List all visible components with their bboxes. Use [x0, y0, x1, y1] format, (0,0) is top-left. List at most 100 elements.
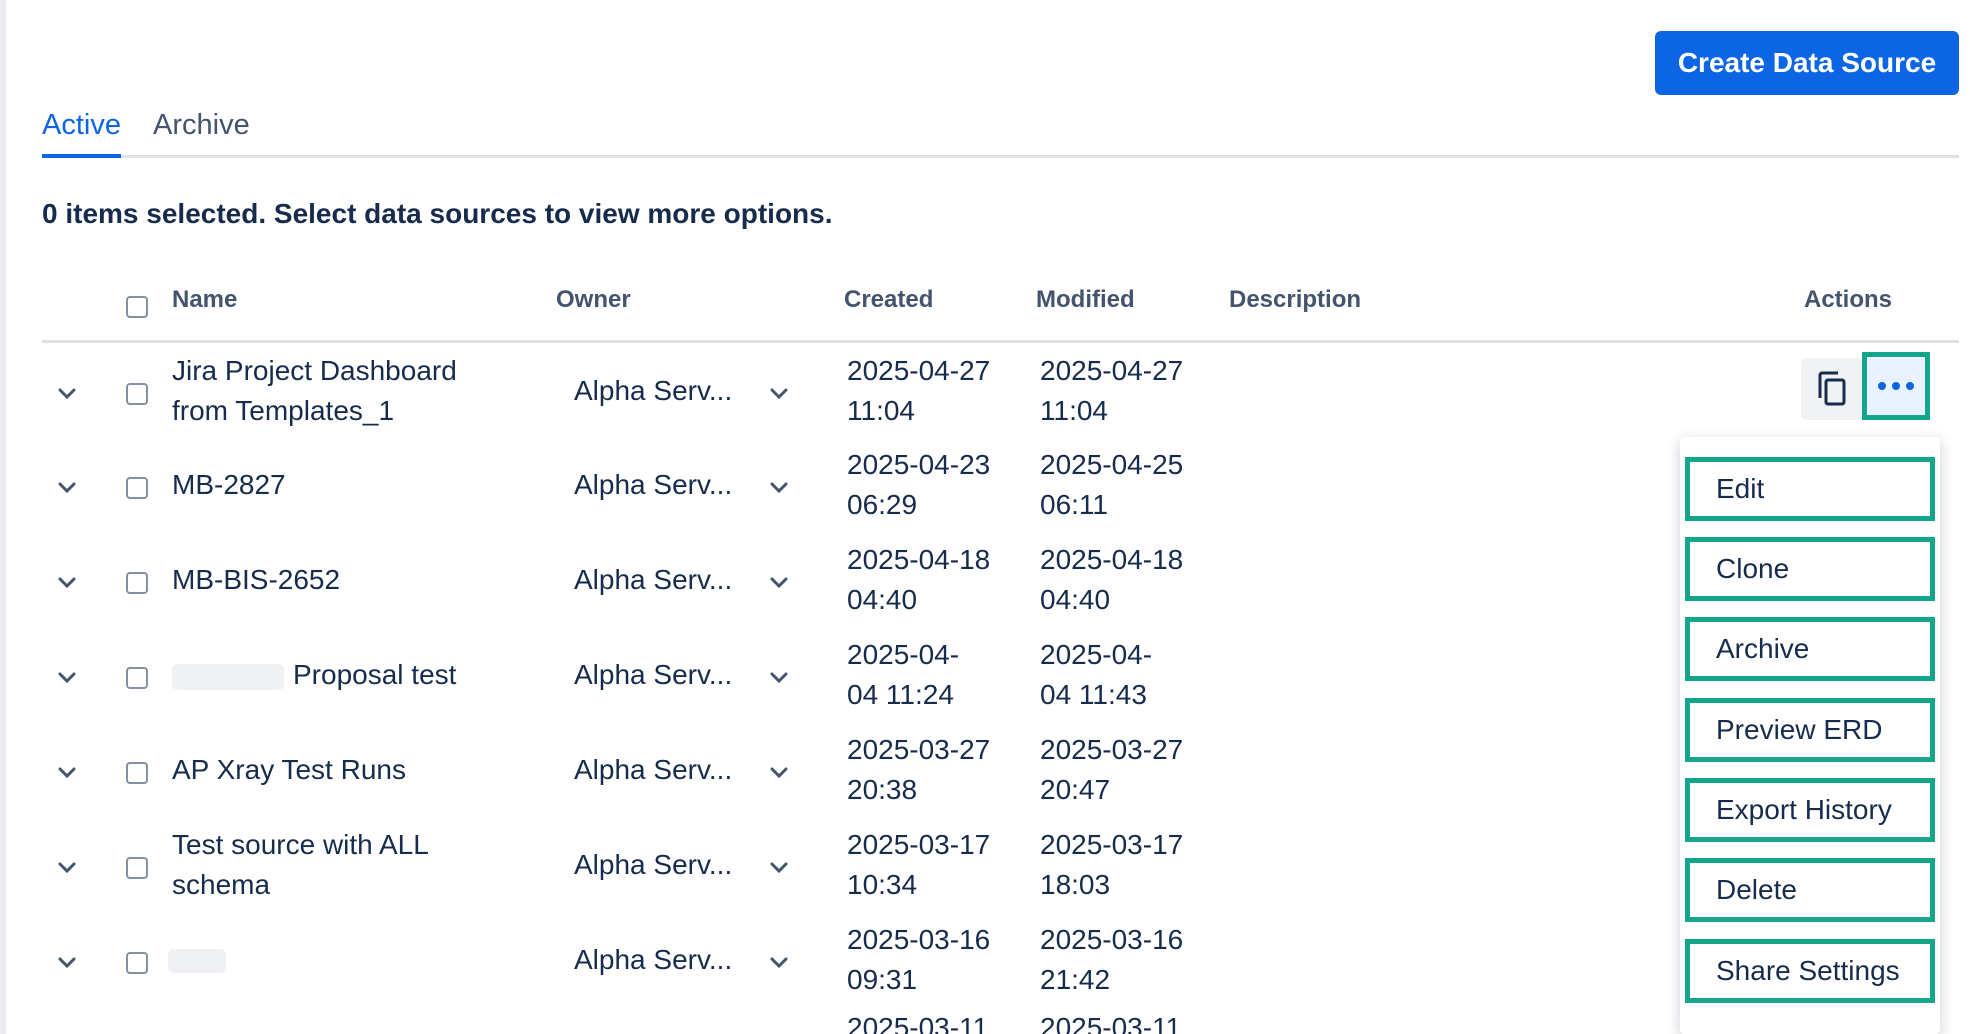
tab-archive[interactable]: Archive	[153, 109, 250, 154]
chevron-down-icon[interactable]	[55, 856, 79, 880]
row-created-time: 11:04	[847, 395, 915, 426]
owner-dropdown-chevron-icon[interactable]	[767, 382, 791, 406]
select-all-checkbox[interactable]	[126, 296, 148, 318]
row-modified-date: 2025-03-17	[1040, 829, 1184, 860]
chevron-down-icon[interactable]	[55, 476, 79, 500]
table-row: Jira Project Dashboard from Templates_1 …	[0, 347, 1970, 441]
row-owner: Alpha Serv...	[574, 754, 733, 785]
row-owner: Alpha Serv...	[574, 849, 733, 880]
tab-active[interactable]: Active	[42, 109, 121, 158]
more-actions-button[interactable]	[1862, 352, 1930, 420]
table-row: AP Xray Test Runs Alpha Serv... 2025-03-…	[0, 727, 1970, 821]
row-checkbox[interactable]	[126, 383, 148, 405]
copy-icon	[1818, 371, 1846, 406]
row-created-time: 04:40	[847, 584, 918, 615]
chevron-down-icon[interactable]	[55, 666, 79, 690]
row-created-time: 09:31	[847, 964, 918, 995]
row-name-line1[interactable]: MB-2827	[172, 465, 286, 505]
chevron-down-icon[interactable]	[55, 951, 79, 975]
table-header: Name Owner Created Modified Description …	[42, 280, 1959, 343]
menu-item-clone[interactable]: Clone	[1685, 537, 1935, 601]
row-created-date: 2025-04-23	[847, 449, 991, 480]
column-header-description: Description	[1229, 286, 1362, 313]
table-row: 2025-03-11 2025-03-11	[0, 1012, 1970, 1034]
row-checkbox[interactable]	[126, 667, 148, 689]
row-modified-time: 04 11:43	[1040, 679, 1147, 710]
column-header-created[interactable]: Created	[844, 286, 933, 314]
row-modified-date: 2025-04-27	[1040, 355, 1184, 386]
create-data-source-button[interactable]: Create Data Source	[1655, 31, 1959, 95]
row-modified-date: 2025-04-25	[1040, 449, 1184, 480]
row-name-line2[interactable]: schema	[172, 865, 270, 905]
owner-dropdown-chevron-icon[interactable]	[767, 571, 791, 595]
row-created-date: 2025-04-	[847, 639, 960, 670]
row-checkbox[interactable]	[126, 572, 148, 594]
row-modified-time: 04:40	[1040, 584, 1111, 615]
actions-dropdown-menu: Edit Clone Archive Preview ERD Export Hi…	[1680, 437, 1940, 1034]
row-owner: Alpha Serv...	[574, 659, 733, 690]
row-name-line1[interactable]: MB-BIS-2652	[172, 560, 340, 600]
menu-item-archive[interactable]: Archive	[1685, 617, 1935, 681]
row-owner: Alpha Serv...	[574, 469, 733, 500]
row-checkbox[interactable]	[126, 477, 148, 499]
table-row: MB-BIS-2652 Alpha Serv... 2025-04-18 04:…	[0, 537, 1970, 631]
column-header-owner[interactable]: Owner	[556, 286, 631, 314]
row-modified-date: 2025-04-18	[1040, 544, 1184, 575]
row-name-line1[interactable]: AP Xray Test Runs	[172, 750, 406, 790]
owner-dropdown-chevron-icon[interactable]	[767, 761, 791, 785]
column-header-modified[interactable]: Modified	[1036, 286, 1135, 314]
row-owner: Alpha Serv...	[574, 944, 733, 975]
row-created-time: 10:34	[847, 869, 918, 900]
owner-dropdown-chevron-icon[interactable]	[767, 951, 791, 975]
menu-item-delete[interactable]: Delete	[1685, 858, 1935, 922]
menu-item-share-settings[interactable]: Share Settings	[1685, 939, 1935, 1003]
row-created-time: 04 11:24	[847, 679, 954, 710]
redacted-name	[168, 949, 226, 973]
row-modified-date: 2025-03-27	[1040, 734, 1184, 765]
row-modified-time: 18:03	[1040, 869, 1111, 900]
row-modified-date: 2025-03-11	[1040, 1012, 1182, 1034]
row-created-time: 20:38	[847, 774, 918, 805]
table-row: Alpha Serv... 2025-03-16 09:31 2025-03-1…	[0, 917, 1970, 1011]
row-owner: Alpha Serv...	[574, 564, 733, 595]
row-name-line1[interactable]: Proposal test	[293, 655, 456, 695]
more-horizontal-icon	[1878, 382, 1914, 390]
row-name-line1[interactable]: Jira Project Dashboard	[172, 351, 457, 391]
column-header-actions: Actions	[1804, 286, 1893, 313]
table-row: MB-2827 Alpha Serv... 2025-04-23 06:29 2…	[0, 442, 1970, 536]
selection-info-text: 0 items selected. Select data sources to…	[42, 198, 833, 229]
chevron-down-icon[interactable]	[55, 382, 79, 406]
tab-bar: Active Archive	[42, 105, 1959, 158]
chevron-down-icon[interactable]	[55, 571, 79, 595]
row-modified-time: 06:11	[1040, 489, 1108, 520]
row-created-date: 2025-03-27	[847, 734, 991, 765]
owner-dropdown-chevron-icon[interactable]	[767, 856, 791, 880]
row-created-date: 2025-04-18	[847, 544, 991, 575]
row-created-date: 2025-04-27	[847, 355, 991, 386]
row-created-time: 06:29	[847, 489, 918, 520]
chevron-down-icon[interactable]	[55, 761, 79, 785]
row-modified-time: 11:04	[1040, 395, 1108, 426]
redacted-name-part	[172, 664, 284, 690]
row-checkbox[interactable]	[126, 952, 148, 974]
row-checkbox[interactable]	[126, 762, 148, 784]
owner-dropdown-chevron-icon[interactable]	[767, 666, 791, 690]
row-name-line2[interactable]: from Templates_1	[172, 391, 394, 431]
row-modified-date: 2025-03-16	[1040, 924, 1184, 955]
row-modified-date: 2025-04-	[1040, 639, 1153, 670]
menu-item-export-history[interactable]: Export History	[1685, 778, 1935, 842]
column-header-name[interactable]: Name	[172, 286, 237, 314]
row-created-date: 2025-03-16	[847, 924, 991, 955]
menu-item-edit[interactable]: Edit	[1685, 457, 1935, 521]
owner-dropdown-chevron-icon[interactable]	[767, 476, 791, 500]
row-modified-time: 21:42	[1040, 964, 1111, 995]
row-created-date: 2025-03-11	[847, 1012, 989, 1034]
table-row: Test source with ALL schema Alpha Serv..…	[0, 822, 1970, 916]
row-name-line1[interactable]: Test source with ALL	[172, 825, 429, 865]
menu-item-preview-erd[interactable]: Preview ERD	[1685, 698, 1935, 762]
row-created-date: 2025-03-17	[847, 829, 991, 860]
copy-button[interactable]	[1801, 358, 1863, 420]
row-modified-time: 20:47	[1040, 774, 1111, 805]
row-owner: Alpha Serv...	[574, 375, 733, 406]
row-checkbox[interactable]	[126, 857, 148, 879]
